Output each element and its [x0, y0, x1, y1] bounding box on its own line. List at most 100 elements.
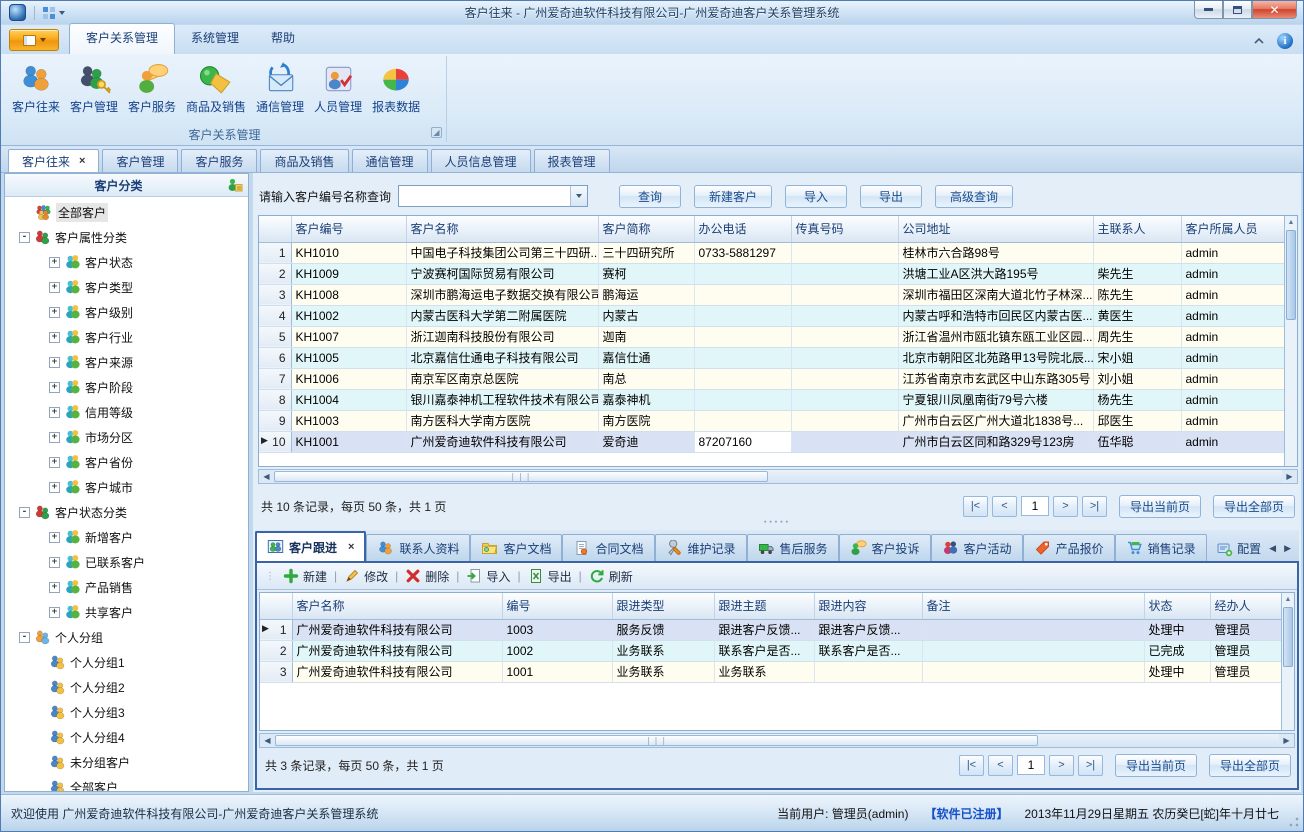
combo-dropdown-button[interactable] [570, 186, 587, 206]
tree-node-客户状态[interactable]: +客户状态 [5, 250, 248, 275]
row-number-cell[interactable]: 9 [259, 410, 291, 431]
detail-tab-售后服务[interactable]: 售后服务 [747, 534, 839, 561]
row-header-corner[interactable] [259, 216, 291, 242]
column-header-备注[interactable]: 备注 [922, 593, 1144, 619]
ribbon-button-客户往来[interactable]: 客户往来 [7, 59, 65, 118]
row-number-cell[interactable]: 1 [259, 242, 291, 263]
table-row[interactable]: ▶10KH1001广州爱奇迪软件科技有限公司爱奇迪87207160广州市白云区同… [259, 431, 1293, 452]
software-registered-link[interactable]: 【软件已注册】 [924, 805, 1008, 822]
tree-node-个人分组4[interactable]: 个人分组4 [5, 725, 248, 750]
customer-grid-vscrollbar[interactable]: ▲ [1284, 216, 1297, 466]
toolbar-button-新建[interactable]: 新建 [283, 568, 327, 585]
dialog-launcher-icon[interactable]: ◢ [431, 127, 442, 138]
next-page-button[interactable]: > [1053, 496, 1078, 517]
tree-node-个人分组[interactable]: -个人分组 [5, 625, 248, 650]
button-新建客户[interactable]: 新建客户 [694, 185, 772, 208]
table-row[interactable]: 2广州爱奇迪软件科技有限公司1002业务联系联系客户是否...联系客户是否...… [260, 640, 1295, 661]
column-header-主联系人[interactable]: 主联系人 [1093, 216, 1181, 242]
toolbar-button-删除[interactable]: 删除 [405, 568, 449, 585]
ribbon-button-报表数据[interactable]: 报表数据 [367, 59, 425, 118]
tree-node-客户阶段[interactable]: +客户阶段 [5, 375, 248, 400]
tree-expander-icon[interactable]: + [49, 307, 60, 318]
export-current-page-button[interactable]: 导出当前页 [1115, 754, 1197, 777]
followup-grid-hscrollbar[interactable]: ◀ ❘❘❘ ▶ [259, 733, 1295, 748]
minimize-button[interactable] [1194, 1, 1223, 19]
tree-expander-icon[interactable]: - [19, 232, 30, 243]
tree-node-客户省份[interactable]: +客户省份 [5, 450, 248, 475]
close-tab-icon[interactable]: × [348, 542, 354, 553]
detail-tab-联系人资料[interactable]: 联系人资料 [366, 534, 470, 561]
button-高级查询[interactable]: 高级查询 [935, 185, 1013, 208]
export-all-pages-button[interactable]: 导出全部页 [1213, 495, 1295, 518]
row-number-cell[interactable]: ▶10 [259, 431, 291, 452]
toolbar-button-导出[interactable]: 导出 [528, 568, 572, 585]
row-number-cell[interactable]: ▶1 [260, 619, 292, 640]
tree-node-市场分区[interactable]: +市场分区 [5, 425, 248, 450]
detail-tab-客户活动[interactable]: 客户活动 [931, 534, 1023, 561]
editing-cell[interactable]: 87207160 [694, 431, 791, 452]
tree-node-客户行业[interactable]: +客户行业 [5, 325, 248, 350]
detail-tab-客户投诉[interactable]: 客户投诉 [839, 534, 931, 561]
configure-button[interactable]: 配置 [1217, 540, 1261, 557]
ribbon-button-通信管理[interactable]: 通信管理 [251, 59, 309, 118]
tab-scroll-left-icon[interactable]: ◀ [1269, 543, 1276, 554]
tree-node-共享客户[interactable]: +共享客户 [5, 600, 248, 625]
button-导入[interactable]: 导入 [785, 185, 847, 208]
scroll-left-icon[interactable]: ◀ [259, 470, 274, 483]
table-row[interactable]: 3广州爱奇迪软件科技有限公司1001业务联系业务联系处理中管理员 [260, 661, 1295, 682]
column-header-客户简称[interactable]: 客户简称 [598, 216, 694, 242]
column-header-办公电话[interactable]: 办公电话 [694, 216, 791, 242]
collapse-ribbon-icon[interactable] [1253, 37, 1265, 45]
tree-node-全部客户[interactable]: 全部客户 [5, 775, 248, 791]
row-number-cell[interactable]: 5 [259, 326, 291, 347]
ribbon-button-客户服务[interactable]: 客户服务 [123, 59, 181, 118]
column-header-客户名称[interactable]: 客户名称 [292, 593, 502, 619]
button-查询[interactable]: 查询 [619, 185, 681, 208]
scroll-right-icon[interactable]: ▶ [1282, 470, 1297, 483]
ribbon-tab-客户关系管理[interactable]: 客户关系管理 [69, 23, 175, 54]
first-page-button[interactable]: |< [963, 496, 988, 517]
column-header-跟进类型[interactable]: 跟进类型 [612, 593, 714, 619]
doc-tab-客户管理[interactable]: 客户管理 [102, 149, 178, 172]
tree-expander-icon[interactable]: + [49, 357, 60, 368]
prev-page-button[interactable]: < [988, 755, 1013, 776]
tree-expander-icon[interactable]: + [49, 257, 60, 268]
tree-expander-icon[interactable]: + [49, 457, 60, 468]
quick-access-toolbar[interactable] [39, 5, 68, 21]
last-page-button[interactable]: >| [1078, 755, 1103, 776]
detail-tab-维护记录[interactable]: 维护记录 [655, 534, 747, 561]
table-row[interactable]: 5KH1007浙江迦南科技股份有限公司迦南浙江省温州市瓯北镇东瓯工业区园...周… [259, 326, 1293, 347]
row-header-corner[interactable] [260, 593, 292, 619]
doc-tab-客户服务[interactable]: 客户服务 [181, 149, 257, 172]
customer-search-combobox[interactable] [398, 185, 588, 207]
next-page-button[interactable]: > [1049, 755, 1074, 776]
tree-node-个人分组1[interactable]: 个人分组1 [5, 650, 248, 675]
last-page-button[interactable]: >| [1082, 496, 1107, 517]
column-header-客户所属人员[interactable]: 客户所属人员 [1181, 216, 1293, 242]
row-number-cell[interactable]: 4 [259, 305, 291, 326]
tree-node-客户城市[interactable]: +客户城市 [5, 475, 248, 500]
doc-tab-客户往来[interactable]: 客户往来× [8, 149, 99, 172]
detail-tab-合同文档[interactable]: 合同文档 [562, 534, 654, 561]
app-menu-button[interactable] [9, 29, 59, 51]
tree-node-产品销售[interactable]: +产品销售 [5, 575, 248, 600]
column-header-客户名称[interactable]: 客户名称 [406, 216, 598, 242]
hscroll-thumb[interactable]: ❘❘❘ [275, 735, 1038, 746]
table-row[interactable]: 2KH1009宁波赛柯国际贸易有限公司赛柯洪塘工业A区洪大路195号柴先生adm… [259, 263, 1293, 284]
tree-expander-icon[interactable]: - [19, 632, 30, 643]
table-row[interactable]: 6KH1005北京嘉信仕通电子科技有限公司嘉信仕通北京市朝阳区北苑路甲13号院北… [259, 347, 1293, 368]
column-header-传真号码[interactable]: 传真号码 [791, 216, 898, 242]
table-row[interactable]: 8KH1004银川嘉泰神机工程软件技术有限公司嘉泰神机宁夏银川凤凰南街79号六楼… [259, 389, 1293, 410]
search-input[interactable] [399, 186, 570, 206]
app-icon[interactable] [9, 4, 26, 21]
column-header-公司地址[interactable]: 公司地址 [898, 216, 1093, 242]
tree-node-个人分组2[interactable]: 个人分组2 [5, 675, 248, 700]
customer-grid-hscrollbar[interactable]: ◀ ❘❘❘ ▶ [258, 469, 1298, 484]
tree-node-未分组客户[interactable]: 未分组客户 [5, 750, 248, 775]
tree-node-客户类型[interactable]: +客户类型 [5, 275, 248, 300]
page-number-input[interactable] [1017, 755, 1045, 775]
doc-tab-通信管理[interactable]: 通信管理 [352, 149, 428, 172]
maximize-button[interactable] [1223, 1, 1252, 19]
toolbar-button-修改[interactable]: 修改 [344, 568, 388, 585]
table-row[interactable]: 9KH1003南方医科大学南方医院南方医院广州市白云区广州大道北1838号...… [259, 410, 1293, 431]
